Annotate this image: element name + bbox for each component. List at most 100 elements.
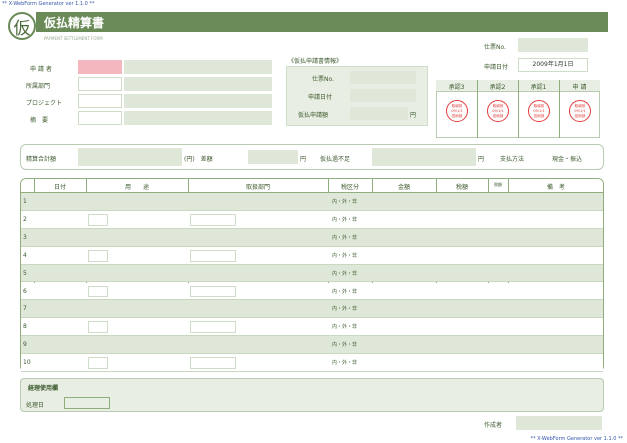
accounting-label: 経理使用欄: [28, 385, 59, 392]
tax-type-option[interactable]: 内・外・非: [332, 198, 357, 205]
tax-type-option[interactable]: 内・外・非: [332, 305, 357, 312]
row-number: 10: [23, 359, 31, 367]
title-bar: [36, 12, 608, 32]
summary-text-field[interactable]: [124, 111, 272, 125]
prepay-doc-field[interactable]: [350, 71, 416, 84]
col-purpose: 用 途: [124, 184, 149, 191]
doc-no-label: 仕票No.: [484, 44, 506, 51]
tax-type-option[interactable]: 内・外・非: [332, 341, 357, 348]
stamp-line: 技術部: [451, 114, 463, 118]
col-remarks: 備 考: [546, 184, 565, 191]
approval-col-3: 承認3: [448, 84, 465, 91]
settle-total-field[interactable]: [78, 148, 182, 166]
summary-label: 摘 要: [30, 117, 49, 124]
page-title: 仮払精算書: [44, 16, 105, 30]
applicant-code-field[interactable]: [78, 60, 122, 74]
table-row: [21, 246, 603, 265]
diff-field[interactable]: [248, 150, 298, 164]
cell-code[interactable]: [88, 249, 108, 262]
stamp-line: 技術部: [533, 114, 545, 118]
cell-code[interactable]: [190, 285, 236, 298]
row-number: 2: [23, 215, 27, 223]
table-row: [21, 210, 603, 229]
tax-type-option[interactable]: 内・外・非: [332, 323, 357, 330]
department-code-field[interactable]: [78, 77, 122, 91]
cell-code[interactable]: [88, 357, 108, 369]
logo-icon: 仮: [8, 12, 36, 40]
cell-code[interactable]: [190, 249, 236, 262]
project-code-field[interactable]: [78, 94, 122, 108]
summary-code-field[interactable]: [78, 111, 122, 125]
table-row: [21, 318, 603, 337]
prepay-amount-label: 仮払申請額: [298, 112, 329, 119]
divider: [559, 80, 560, 138]
row-number: 7: [23, 305, 27, 313]
diff-unit: 円: [300, 156, 307, 163]
cell-code[interactable]: [190, 321, 236, 334]
divider: [518, 80, 519, 138]
tax-type-option[interactable]: 内・外・非: [332, 270, 357, 277]
payment-method-value[interactable]: 現金・振込: [552, 154, 582, 163]
cell-code[interactable]: [88, 321, 108, 334]
tax-type-option[interactable]: 内・外・非: [332, 359, 357, 366]
row-number: 5: [23, 269, 27, 277]
department-name-field[interactable]: [124, 77, 272, 91]
doc-no-field[interactable]: [518, 38, 588, 52]
project-label: プロジェクト: [26, 100, 63, 107]
row-number: 8: [23, 323, 27, 331]
cell-code[interactable]: [190, 213, 236, 226]
col-tax-flag: 税額: [494, 182, 502, 187]
generator-note-top: ** X-WebForm Generator ver 1.1.0 **: [2, 1, 95, 7]
col-tax-type: 税区分: [340, 184, 359, 191]
prepay-date-label: 申請日付: [308, 94, 333, 101]
applicant-name-field[interactable]: [124, 60, 272, 74]
stamp-line: 技術部: [574, 114, 586, 118]
tax-type-option[interactable]: 内・外・非: [332, 288, 357, 295]
department-label: 所属部門: [26, 83, 51, 90]
cell-code[interactable]: [88, 213, 108, 226]
payment-method-label: 支払方法: [500, 156, 525, 163]
tax-type-option[interactable]: 内・外・非: [332, 216, 357, 223]
row-number: 9: [23, 341, 27, 349]
row-number: 6: [23, 287, 27, 295]
prepay-amount-field[interactable]: [350, 107, 408, 120]
row-number: 3: [23, 233, 27, 241]
page-subtitle: PAYMENT SETTLEMENT FORM: [44, 36, 103, 41]
table-row: [21, 228, 603, 247]
prepay-info-title: 《仮払申請書情報》: [288, 58, 343, 65]
generator-note-bottom: ** X-WebForm Generator ver 1.1.0 **: [530, 436, 623, 442]
table-row: [21, 264, 603, 283]
col-department: 取扱部門: [245, 184, 270, 191]
approval-stamp-2[interactable]: 取締役 09/1/1 技術部: [487, 100, 509, 122]
applicant-label: 申 請 者: [30, 66, 52, 73]
approval-stamp-applicant[interactable]: 取締役 09/1/1 技術部: [569, 100, 591, 122]
date-field[interactable]: 2009年1月1日: [518, 58, 588, 72]
creator-field[interactable]: [516, 416, 602, 430]
row-number: 1: [23, 198, 27, 205]
process-date-label: 処理日: [26, 402, 45, 409]
col-amount: 金額: [397, 184, 410, 191]
prepay-date-field[interactable]: [350, 89, 416, 102]
tax-type-option[interactable]: 内・外・非: [332, 234, 357, 241]
table-row: [21, 282, 603, 301]
payment-diff-label: 仮払過不足: [320, 156, 351, 163]
stamp-line: 技術部: [492, 114, 504, 118]
settle-total-label: 精算合計額: [26, 156, 57, 163]
project-name-field[interactable]: [124, 94, 272, 108]
cell-code[interactable]: [190, 357, 236, 369]
approval-col-applicant: 申 請: [572, 84, 587, 91]
payment-diff-field[interactable]: [372, 148, 476, 166]
cell-code[interactable]: [88, 285, 108, 298]
prepay-yen-unit: 円: [410, 112, 417, 119]
process-date-field[interactable]: [64, 397, 110, 409]
col-tax-amount: 税額: [455, 184, 468, 191]
approval-stamp-3[interactable]: 取締役 09/1/1 技術部: [446, 100, 468, 122]
payment-diff-unit: 円: [478, 156, 485, 163]
creator-label: 作成者: [484, 422, 503, 429]
table-row: [21, 193, 603, 211]
tax-type-option[interactable]: 内・外・非: [332, 252, 357, 259]
approval-col-1: 承認1: [530, 84, 547, 91]
divider: [477, 80, 478, 138]
approval-stamp-1[interactable]: 取締役 09/1/1 技術部: [528, 100, 550, 122]
approval-col-2: 承認2: [489, 84, 506, 91]
